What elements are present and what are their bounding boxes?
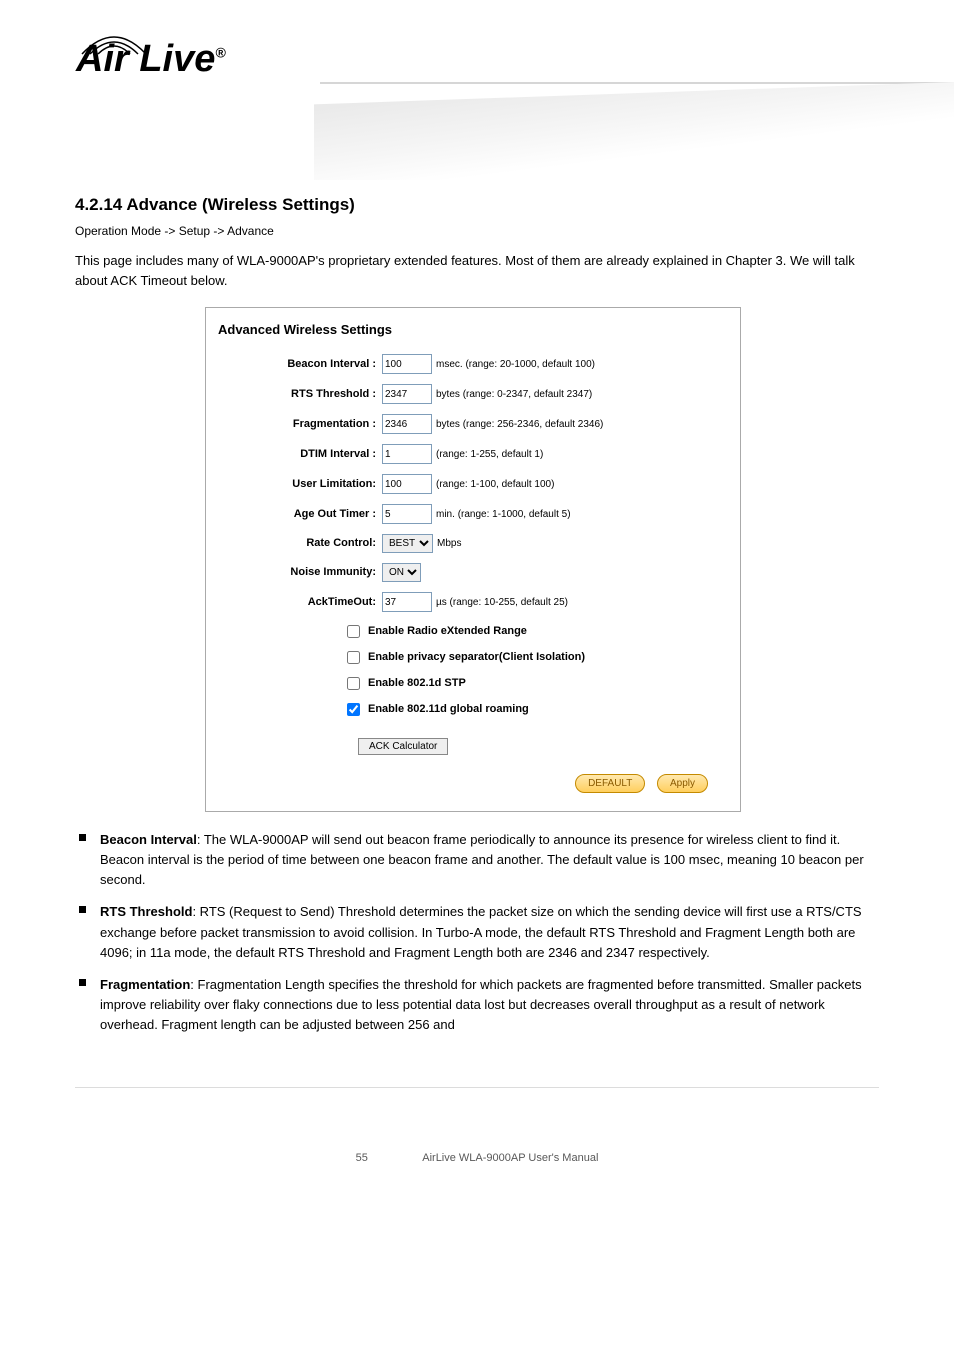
footer-text: AirLive WLA-9000AP User's Manual	[422, 1152, 598, 1164]
rate-control-select[interactable]: BEST	[382, 534, 433, 553]
beacon-interval-hint: msec. (range: 20-1000, default 100)	[436, 357, 595, 373]
logo-text: Air Live	[76, 38, 215, 80]
bullet-body: Fragmentation: Fragmentation Length spec…	[100, 975, 879, 1035]
bullet-head: Fragmentation	[100, 977, 190, 992]
user-limitation-hint: (range: 1-100, default 100)	[436, 477, 554, 493]
dtim-interval-row: DTIM Interval : (range: 1-255, default 1…	[218, 444, 728, 464]
bullet-head: Beacon Interval	[100, 832, 197, 847]
rts-threshold-row: RTS Threshold : bytes (range: 0-2347, de…	[218, 384, 728, 404]
bullet-rts-threshold: RTS Threshold: RTS (Request to Send) Thr…	[75, 902, 879, 962]
stp-checkbox[interactable]	[347, 677, 360, 690]
rts-threshold-input[interactable]	[382, 384, 432, 404]
user-limitation-row: User Limitation: (range: 1-100, default …	[218, 474, 728, 494]
extended-range-checkbox[interactable]	[347, 625, 360, 638]
dtim-interval-hint: (range: 1-255, default 1)	[436, 447, 543, 463]
intro-paragraph: This page includes many of WLA-9000AP's …	[75, 251, 879, 291]
rate-control-row: Rate Control: BEST Mbps	[218, 534, 728, 553]
section-title: 4.2.14 Advance (Wireless Settings)	[75, 192, 879, 218]
dtim-interval-label: DTIM Interval :	[218, 446, 382, 463]
bullet-body: Beacon Interval: The WLA-9000AP will sen…	[100, 830, 879, 890]
rts-threshold-hint: bytes (range: 0-2347, default 2347)	[436, 387, 592, 403]
ack-timeout-label: AckTimeOut:	[218, 594, 382, 611]
extended-range-row: Enable Radio eXtended Range	[218, 622, 728, 641]
stp-label: Enable 802.1d STP	[368, 675, 466, 692]
user-limitation-label: User Limitation:	[218, 476, 382, 493]
square-bullet-icon	[79, 979, 86, 986]
footer-divider	[75, 1087, 879, 1088]
user-limitation-input[interactable]	[382, 474, 432, 494]
noise-immunity-row: Noise Immunity: ON	[218, 563, 728, 582]
beacon-interval-input[interactable]	[382, 354, 432, 374]
privacy-separator-row: Enable privacy separator(Client Isolatio…	[218, 648, 728, 667]
bullet-head: RTS Threshold	[100, 904, 192, 919]
header-gradient	[314, 82, 954, 180]
age-out-timer-row: Age Out Timer : min. (range: 1-1000, def…	[218, 504, 728, 524]
extended-range-label: Enable Radio eXtended Range	[368, 623, 527, 640]
age-out-timer-label: Age Out Timer :	[218, 506, 382, 523]
bullet-text: : The WLA-9000AP will send out beacon fr…	[100, 832, 864, 887]
ack-timeout-hint: µs (range: 10-255, default 25)	[436, 595, 568, 611]
bullet-body: RTS Threshold: RTS (Request to Send) Thr…	[100, 902, 879, 962]
stp-row: Enable 802.1d STP	[218, 674, 728, 693]
rate-control-unit: Mbps	[437, 536, 461, 552]
breadcrumb: Operation Mode -> Setup -> Advance	[75, 222, 879, 241]
age-out-timer-hint: min. (range: 1-1000, default 5)	[436, 507, 571, 523]
privacy-separator-label: Enable privacy separator(Client Isolatio…	[368, 649, 585, 666]
advanced-settings-panel: Advanced Wireless Settings Beacon Interv…	[205, 307, 741, 812]
noise-immunity-label: Noise Immunity:	[218, 564, 382, 581]
global-roaming-row: Enable 802.11d global roaming	[218, 700, 728, 719]
global-roaming-checkbox[interactable]	[347, 703, 360, 716]
beacon-interval-row: Beacon Interval : msec. (range: 20-1000,…	[218, 354, 728, 374]
bullet-text: : Fragmentation Length specifies the thr…	[100, 977, 862, 1032]
ack-timeout-input[interactable]	[382, 592, 432, 612]
page-header: Air Live®	[0, 0, 954, 180]
ack-calculator-button[interactable]: ACK Calculator	[358, 738, 448, 755]
bullet-text: : RTS (Request to Send) Threshold determ…	[100, 904, 862, 959]
default-button[interactable]: DEFAULT	[575, 774, 645, 794]
square-bullet-icon	[79, 834, 86, 841]
fragmentation-input[interactable]	[382, 414, 432, 434]
panel-title: Advanced Wireless Settings	[218, 320, 728, 340]
ack-timeout-row: AckTimeOut: µs (range: 10-255, default 2…	[218, 592, 728, 612]
noise-immunity-select[interactable]: ON	[382, 563, 421, 582]
page-number: 55	[356, 1152, 368, 1164]
title-text: Advance (Wireless Settings)	[126, 195, 354, 214]
global-roaming-label: Enable 802.11d global roaming	[368, 701, 529, 718]
panel-button-row: DEFAULT Apply	[218, 772, 728, 794]
apply-button[interactable]: Apply	[657, 774, 708, 794]
title-number: 4.2.14	[75, 195, 122, 214]
fragmentation-hint: bytes (range: 256-2346, default 2346)	[436, 417, 603, 433]
rate-control-label: Rate Control:	[218, 535, 382, 552]
logo-registered: ®	[215, 44, 225, 60]
fragmentation-row: Fragmentation : bytes (range: 256-2346, …	[218, 414, 728, 434]
page-content: 4.2.14 Advance (Wireless Settings) Opera…	[0, 192, 954, 1087]
age-out-timer-input[interactable]	[382, 504, 432, 524]
bullet-fragmentation: Fragmentation: Fragmentation Length spec…	[75, 975, 879, 1035]
square-bullet-icon	[79, 906, 86, 913]
bullet-beacon-interval: Beacon Interval: The WLA-9000AP will sen…	[75, 830, 879, 890]
privacy-separator-checkbox[interactable]	[347, 651, 360, 664]
fragmentation-label: Fragmentation :	[218, 416, 382, 433]
page-footer: 55 AirLive WLA-9000AP User's Manual	[0, 1138, 954, 1178]
header-divider	[320, 82, 954, 84]
rts-threshold-label: RTS Threshold :	[218, 386, 382, 403]
brand-logo: Air Live®	[76, 38, 226, 81]
beacon-interval-label: Beacon Interval :	[218, 356, 382, 373]
dtim-interval-input[interactable]	[382, 444, 432, 464]
